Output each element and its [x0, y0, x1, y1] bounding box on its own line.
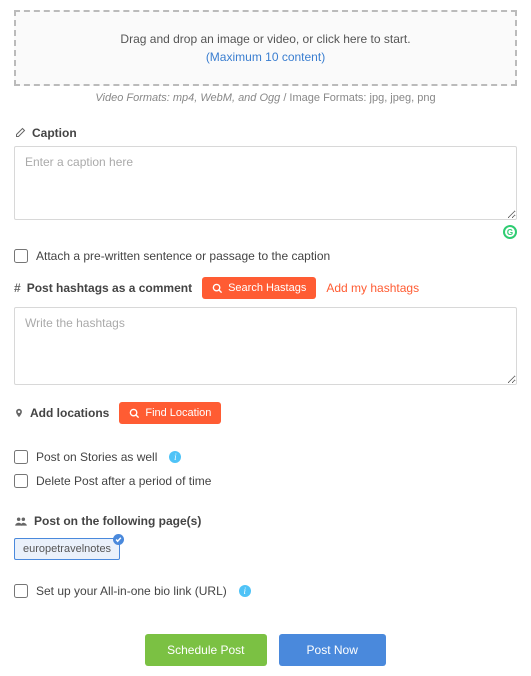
- caption-label: Caption: [14, 126, 517, 140]
- stories-row[interactable]: Post on Stories as well i: [14, 450, 517, 464]
- post-now-button[interactable]: Post Now: [279, 634, 386, 666]
- action-row: Schedule Post Post Now: [14, 634, 517, 666]
- search-icon: [129, 408, 140, 419]
- attach-sentence-row[interactable]: Attach a pre-written sentence or passage…: [14, 249, 517, 263]
- info-icon[interactable]: i: [239, 585, 251, 597]
- biolink-row[interactable]: Set up your All-in-one bio link (URL) i: [14, 584, 517, 598]
- check-icon: [113, 534, 124, 545]
- schedule-post-button[interactable]: Schedule Post: [145, 634, 266, 666]
- biolink-checkbox[interactable]: [14, 584, 28, 598]
- find-location-button[interactable]: Find Location: [119, 402, 221, 424]
- dropzone-max: (Maximum 10 content): [26, 48, 505, 66]
- delete-after-row[interactable]: Delete Post after a period of time: [14, 474, 517, 488]
- stories-label: Post on Stories as well: [36, 450, 157, 464]
- add-my-hashtags-link[interactable]: Add my hashtags: [326, 281, 419, 295]
- search-hashtags-button[interactable]: Search Hastags: [202, 277, 316, 299]
- biolink-label: Set up your All-in-one bio link (URL): [36, 584, 227, 598]
- delete-after-checkbox[interactable]: [14, 474, 28, 488]
- pin-icon: [14, 407, 24, 419]
- edit-icon: [14, 127, 26, 139]
- page-chip[interactable]: europetravelnotes: [14, 538, 120, 560]
- info-icon[interactable]: i: [169, 451, 181, 463]
- hashtags-input[interactable]: [14, 307, 517, 385]
- attach-sentence-label: Attach a pre-written sentence or passage…: [36, 249, 330, 263]
- grammar-check-icon[interactable]: G: [503, 225, 517, 239]
- attach-sentence-checkbox[interactable]: [14, 249, 28, 263]
- hash-icon: #: [14, 281, 21, 295]
- media-dropzone[interactable]: Drag and drop an image or video, or clic…: [14, 10, 517, 86]
- formats-hint: Video Formats: mp4, WebM, and Ogg / Imag…: [14, 92, 517, 104]
- delete-after-label: Delete Post after a period of time: [36, 474, 211, 488]
- caption-input[interactable]: [14, 146, 517, 220]
- locations-label: Add locations: [14, 406, 109, 420]
- search-icon: [212, 283, 223, 294]
- pages-label: Post on the following page(s): [14, 514, 517, 528]
- hashtags-label: # Post hashtags as a comment: [14, 281, 192, 295]
- users-icon: [14, 515, 28, 527]
- stories-checkbox[interactable]: [14, 450, 28, 464]
- dropzone-prompt: Drag and drop an image or video, or clic…: [26, 30, 505, 48]
